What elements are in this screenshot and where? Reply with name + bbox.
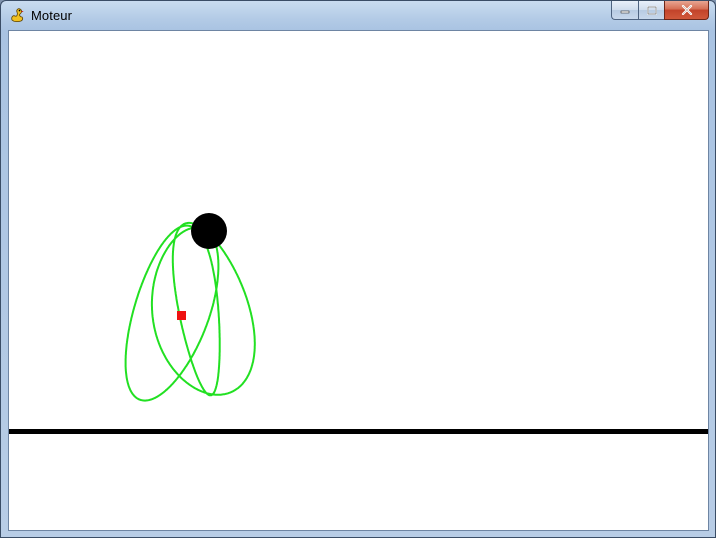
app-window: Moteur (0, 0, 716, 538)
window-controls (611, 1, 709, 21)
maximize-icon (646, 5, 657, 15)
maximize-button[interactable] (638, 1, 664, 20)
minimize-button[interactable] (611, 1, 638, 20)
title-bar[interactable]: Moteur (1, 1, 715, 31)
simulation-canvas[interactable] (8, 30, 709, 531)
close-icon (681, 5, 692, 15)
pygame-snake-icon (11, 8, 24, 23)
minimize-icon (620, 10, 630, 14)
window-title: Moteur (31, 8, 73, 23)
ground-line (9, 429, 708, 434)
pendulum-body (191, 213, 227, 249)
trajectory-path (124, 221, 256, 402)
simulation-scene (9, 213, 708, 434)
marker-point (177, 311, 186, 320)
close-button[interactable] (664, 1, 709, 20)
